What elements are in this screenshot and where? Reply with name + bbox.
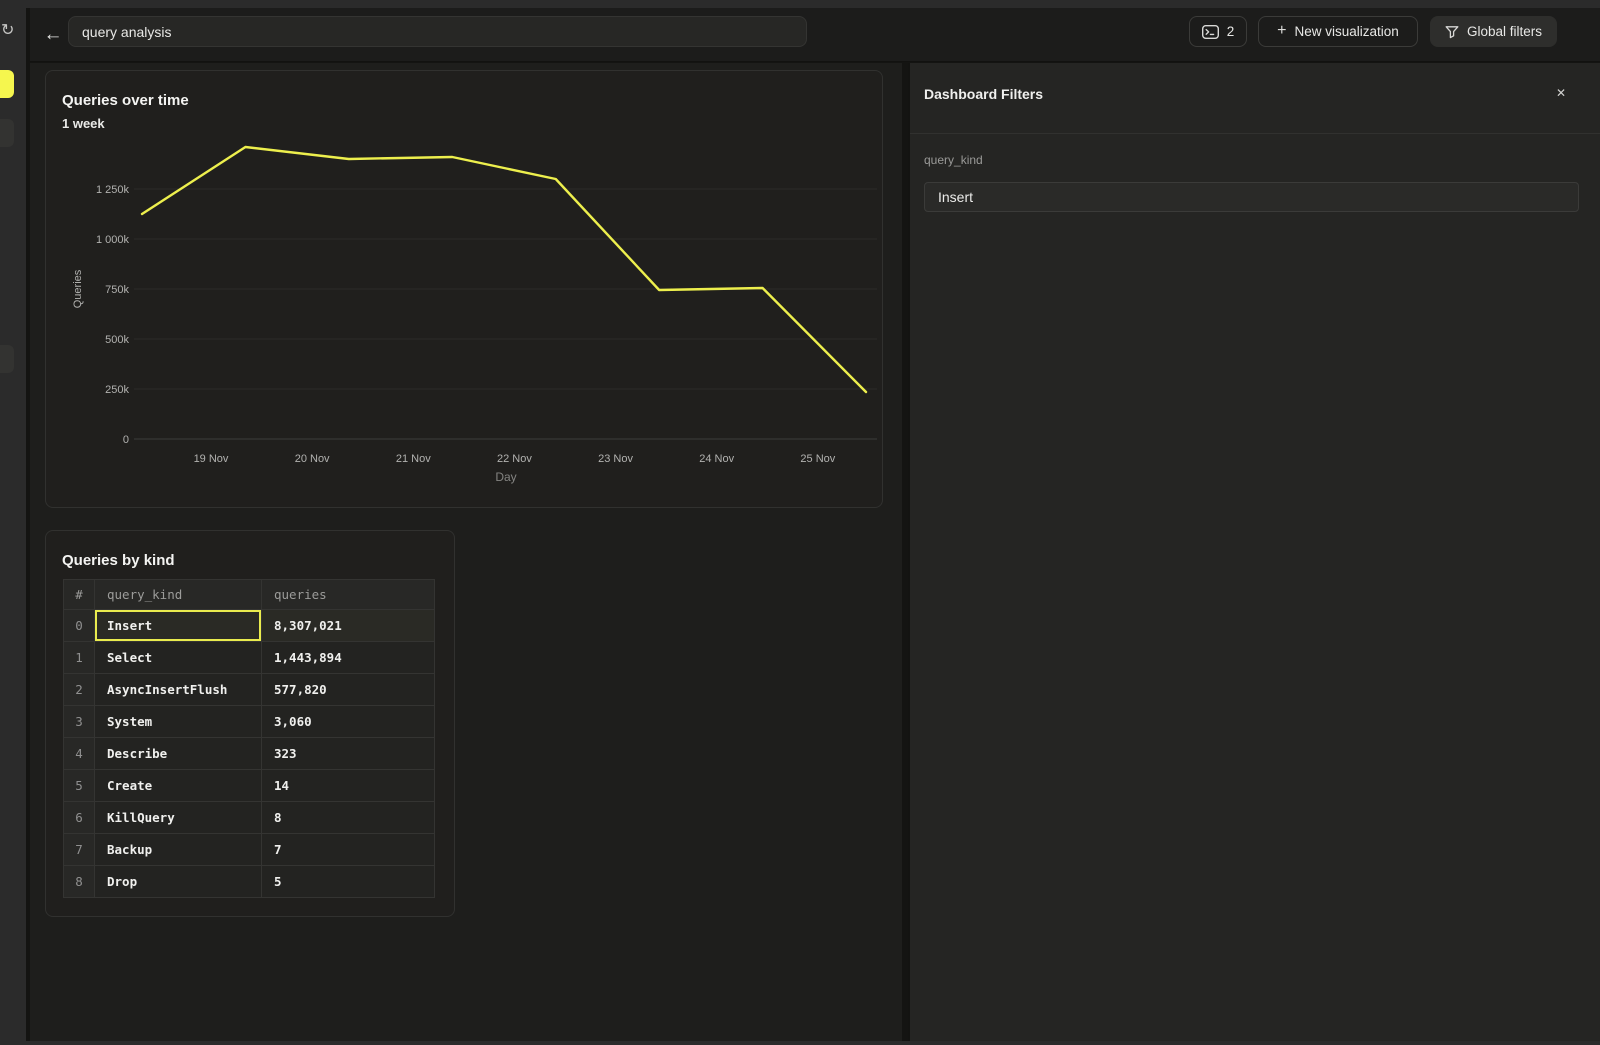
row-index-cell: 7 (64, 834, 95, 866)
query-kind-cell[interactable]: Create (95, 770, 262, 802)
close-icon: ✕ (1556, 86, 1566, 100)
window-top-edge (0, 0, 1600, 8)
queries-table-body: 0Insert8,307,0211Select1,443,8942AsyncIn… (64, 610, 435, 898)
filter-field-label: query_kind (924, 153, 983, 167)
dashboard-canvas: Queries over time 1 week 0250k500k750k1 … (30, 63, 902, 1041)
window-bottom-edge (0, 1041, 1600, 1045)
sidebar-item-active[interactable] (0, 70, 14, 98)
row-index-cell: 6 (64, 802, 95, 834)
column-header-index: # (64, 580, 95, 610)
table-row: 7Backup7 (64, 834, 435, 866)
x-tick-label: 22 Nov (497, 453, 532, 465)
row-index-cell: 4 (64, 738, 95, 770)
sql-console-button[interactable]: 2 (1189, 16, 1247, 47)
row-index-cell: 1 (64, 642, 95, 674)
table-row: 4Describe323 (64, 738, 435, 770)
row-index-cell: 5 (64, 770, 95, 802)
queries-value-cell[interactable]: 14 (262, 770, 435, 802)
row-index-cell: 8 (64, 866, 95, 898)
y-tick-label: 1 000k (96, 234, 130, 246)
query-kind-filter-input[interactable] (924, 182, 1579, 212)
console-count: 2 (1227, 24, 1235, 39)
y-tick-label: 750k (105, 284, 129, 296)
table-header-row: # query_kind queries (64, 580, 435, 610)
query-kind-cell[interactable]: Describe (95, 738, 262, 770)
queries-value-cell[interactable]: 1,443,894 (262, 642, 435, 674)
x-tick-label: 24 Nov (699, 453, 734, 465)
sql-console-icon (1202, 25, 1219, 39)
row-index-cell: 3 (64, 706, 95, 738)
close-panel-button[interactable]: ✕ (1552, 84, 1570, 102)
x-tick-label: 25 Nov (800, 453, 835, 465)
filters-panel-title: Dashboard Filters (924, 86, 1043, 102)
table-row: 0Insert8,307,021 (64, 610, 435, 642)
y-tick-label: 1 250k (96, 184, 130, 196)
back-button[interactable]: ← (40, 23, 66, 47)
dashboard-filters-panel: Dashboard Filters ✕ query_kind (908, 63, 1600, 1041)
queries-value-cell[interactable]: 7 (262, 834, 435, 866)
queries-over-time-chart: 0 250k 500k 750k 1 000k 1 250k 19 Nov 20 Nov 21 … (46, 71, 884, 509)
y-tick-label: 250k (105, 384, 129, 396)
table-row: 8Drop5 (64, 866, 435, 898)
collapsed-sidebar-rail: ↻ (0, 8, 26, 1041)
plus-icon: + (1277, 22, 1286, 40)
x-tick-label: 19 Nov (194, 453, 229, 465)
panel-divider (910, 133, 1600, 134)
table-row: 6KillQuery8 (64, 802, 435, 834)
arrow-left-icon: ← (44, 24, 63, 45)
x-axis-title: Day (495, 470, 516, 484)
top-bar: ← 2 + New visualization Global filters (30, 8, 1600, 62)
queries-value-cell[interactable]: 577,820 (262, 674, 435, 706)
query-kind-cell[interactable]: Insert (95, 610, 262, 642)
queries-value-cell[interactable]: 5 (262, 866, 435, 898)
column-header-queries: queries (262, 580, 435, 610)
query-kind-cell[interactable]: System (95, 706, 262, 738)
table-row: 3System3,060 (64, 706, 435, 738)
x-tick-label: 20 Nov (295, 453, 330, 465)
sidebar-item[interactable] (0, 119, 14, 147)
queries-value-cell[interactable]: 8,307,021 (262, 610, 435, 642)
queries-by-kind-table: # query_kind queries 0Insert8,307,0211Se… (63, 579, 435, 898)
y-tick-label: 500k (105, 334, 129, 346)
x-tick-label: 21 Nov (396, 453, 431, 465)
table-title: Queries by kind (62, 552, 175, 569)
query-kind-cell[interactable]: Drop (95, 866, 262, 898)
row-index-cell: 0 (64, 610, 95, 642)
global-filters-label: Global filters (1467, 24, 1542, 39)
query-kind-cell[interactable]: Backup (95, 834, 262, 866)
x-tick-label: 23 Nov (598, 453, 633, 465)
y-tick-label: 0 (123, 434, 129, 446)
queries-value-cell[interactable]: 3,060 (262, 706, 435, 738)
new-visualization-label: New visualization (1295, 24, 1399, 39)
table-row: 1Select1,443,894 (64, 642, 435, 674)
global-filters-button[interactable]: Global filters (1430, 16, 1557, 47)
row-index-cell: 2 (64, 674, 95, 706)
query-kind-cell[interactable]: AsyncInsertFlush (95, 674, 262, 706)
new-visualization-button[interactable]: + New visualization (1258, 16, 1418, 47)
y-axis-title: Queries (72, 269, 84, 308)
table-row: 5Create14 (64, 770, 435, 802)
funnel-icon (1445, 25, 1459, 39)
queries-value-cell[interactable]: 8 (262, 802, 435, 834)
sidebar-item[interactable] (0, 345, 14, 373)
refresh-icon[interactable]: ↻ (1, 20, 14, 40)
query-kind-cell[interactable]: Select (95, 642, 262, 674)
queries-over-time-card: Queries over time 1 week 0250k500k750k1 … (45, 70, 883, 508)
query-kind-cell[interactable]: KillQuery (95, 802, 262, 834)
chart-line (142, 147, 866, 392)
queries-by-kind-card: Queries by kind # query_kind queries 0In… (45, 530, 455, 917)
column-header-query-kind: query_kind (95, 580, 262, 610)
queries-value-cell[interactable]: 323 (262, 738, 435, 770)
table-row: 2AsyncInsertFlush577,820 (64, 674, 435, 706)
dashboard-title-input[interactable] (68, 16, 807, 47)
